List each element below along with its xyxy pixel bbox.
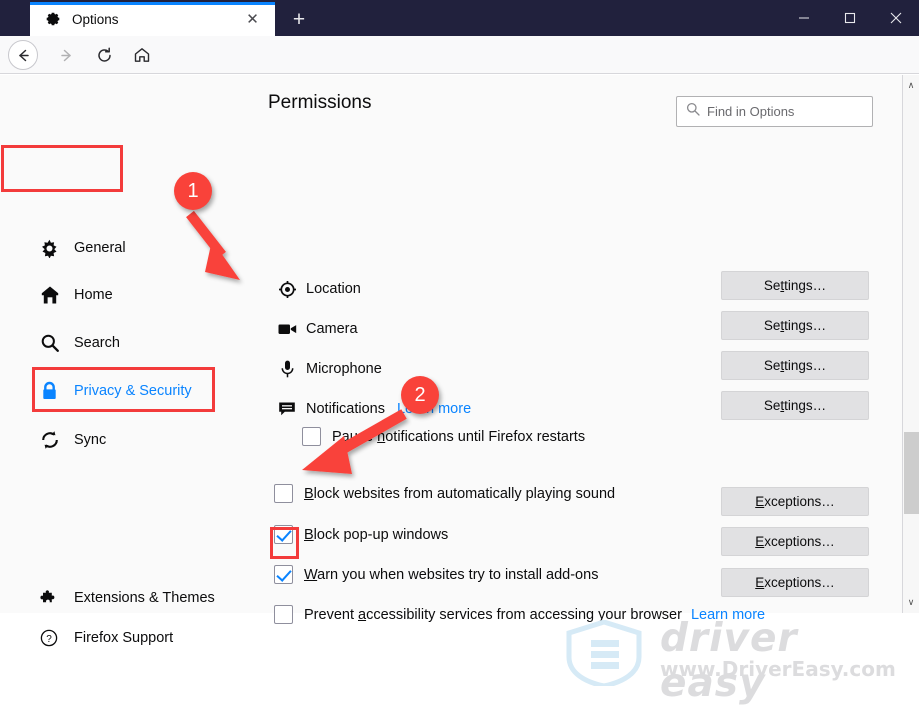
button-label: Settings… [763, 398, 827, 413]
sidebar-item-label: Search [74, 335, 120, 351]
checkbox-row-block-popups[interactable]: Block pop-up windows [274, 525, 448, 544]
checkbox-label: Block pop-up windows [304, 526, 449, 543]
camera-icon [275, 322, 299, 336]
close-tab-icon[interactable]: ✕ [244, 11, 261, 28]
tab-active-indicator [30, 2, 275, 5]
scrollbar-thumb[interactable] [904, 432, 919, 514]
exceptions-button-autoplay[interactable]: Exceptions… [721, 487, 869, 516]
annotation-marker-1: 1 [174, 172, 212, 210]
title-bar: Options ✕ + [0, 0, 919, 36]
permission-row-camera[interactable]: Camera [275, 318, 358, 340]
watermark: driver easy www.DriverEasy.com [565, 616, 905, 706]
browser-tab-options[interactable]: Options ✕ [30, 2, 275, 36]
home-icon [40, 285, 66, 305]
new-tab-button[interactable]: + [285, 5, 313, 33]
button-label: Exceptions… [755, 494, 835, 509]
checkbox-row-pause-notifications[interactable]: Pause notifications until Firefox restar… [302, 427, 585, 446]
learn-more-link-accessibility[interactable]: Learn more [691, 607, 765, 623]
checkbox-label: Block websites from automatically playin… [304, 485, 616, 502]
gear-icon [40, 239, 66, 258]
button-label: Settings… [763, 318, 827, 333]
checkbox-row-warn-addons[interactable]: Warn you when websites try to install ad… [274, 565, 598, 584]
forward-button[interactable] [52, 41, 80, 69]
sidebar-item-search[interactable]: Search [40, 328, 120, 358]
scroll-up-icon[interactable]: ∧ [903, 77, 919, 94]
permission-label: Camera [306, 321, 358, 337]
minimize-icon[interactable] [781, 0, 827, 36]
settings-button-microphone[interactable]: Settings… [721, 351, 869, 380]
settings-button-notifications[interactable]: Settings… [721, 391, 869, 420]
settings-button-location[interactable]: Settings… [721, 271, 869, 300]
checkbox-pause-notifications[interactable] [302, 427, 321, 446]
sidebar-item-label: Extensions & Themes [74, 590, 215, 606]
sidebar-item-label: Home [74, 287, 113, 303]
button-label: Settings… [763, 278, 827, 293]
puzzle-icon [40, 589, 66, 607]
highlight-box-block-popups [270, 527, 299, 559]
gear-icon [44, 10, 62, 28]
vertical-scrollbar[interactable]: ∧ ∨ [902, 75, 919, 613]
page-title: Permissions [268, 92, 372, 113]
search-icon [40, 333, 66, 353]
checkbox-row-prevent-accessibility[interactable]: Prevent accessibility services from acce… [274, 605, 765, 624]
options-content-area: Find in Options General Home Search Priv… [0, 75, 919, 706]
highlight-box-privacy-security [32, 367, 215, 412]
checkbox-label: Pause notifications until Firefox restar… [332, 428, 586, 445]
checkbox-prevent-accessibility[interactable] [274, 605, 293, 624]
checkbox-label: Prevent accessibility services from acce… [304, 606, 682, 623]
exceptions-button-popups[interactable]: Exceptions… [721, 527, 869, 556]
close-window-icon[interactable] [873, 0, 919, 36]
sidebar-item-home[interactable]: Home [40, 280, 113, 310]
driver-easy-logo-icon [566, 619, 642, 689]
highlight-box-permissions [1, 145, 123, 192]
button-label: Exceptions… [755, 534, 835, 549]
checkbox-label: Warn you when websites try to install ad… [304, 566, 599, 583]
watermark-line1: driver easy [660, 616, 798, 706]
permission-label: Location [306, 281, 361, 297]
button-label: Exceptions… [755, 575, 835, 590]
permission-row-notifications[interactable]: Notifications Learn more [275, 398, 471, 420]
permission-label: Notifications [306, 401, 385, 417]
back-button[interactable] [8, 40, 38, 70]
microphone-icon [275, 360, 299, 378]
permission-row-microphone[interactable]: Microphone [275, 358, 382, 380]
tab-label: Options [72, 11, 119, 27]
permission-row-location[interactable]: Location [275, 278, 361, 300]
checkbox-row-block-autoplay[interactable]: Block websites from automatically playin… [274, 484, 615, 503]
sidebar-item-extensions-themes[interactable]: Extensions & Themes [40, 583, 215, 613]
reload-button[interactable] [90, 41, 118, 69]
permission-label: Microphone [306, 361, 382, 377]
checkbox-block-autoplay[interactable] [274, 484, 293, 503]
sidebar-item-label: Sync [74, 432, 107, 448]
question-mark-icon: ? [40, 629, 66, 647]
location-icon [275, 280, 299, 298]
sidebar-item-general[interactable]: General [40, 233, 126, 263]
sidebar-item-label: General [74, 240, 126, 256]
button-label: Settings… [763, 358, 827, 373]
sync-icon [40, 430, 66, 450]
settings-button-camera[interactable]: Settings… [721, 311, 869, 340]
window-controls [781, 0, 919, 36]
scroll-down-icon[interactable]: ∨ [903, 594, 919, 611]
checkbox-warn-addons[interactable] [274, 565, 293, 584]
options-page: Find in Options General Home Search Priv… [0, 75, 902, 706]
svg-text:?: ? [46, 634, 52, 645]
notification-icon [275, 401, 299, 417]
navigation-toolbar: Firefox about:preferences#privacy 文A [0, 36, 919, 106]
maximize-icon[interactable] [827, 0, 873, 36]
annotation-marker-2: 2 [401, 376, 439, 414]
sidebar-item-firefox-support[interactable]: ? Firefox Support [40, 623, 173, 653]
home-button[interactable] [128, 41, 156, 69]
sidebar-item-label: Firefox Support [74, 630, 174, 646]
watermark-line2: www.DriverEasy.com [660, 657, 896, 681]
exceptions-button-addons[interactable]: Exceptions… [721, 568, 869, 597]
sidebar-item-sync[interactable]: Sync [40, 425, 106, 455]
